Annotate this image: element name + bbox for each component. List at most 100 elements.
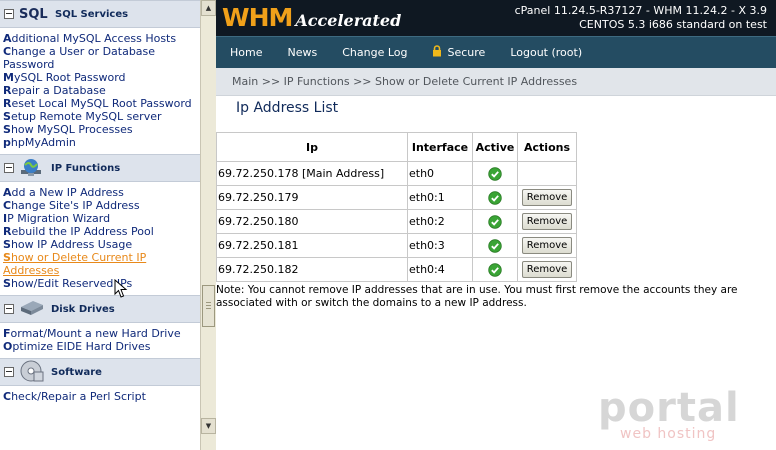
table-row: 69.72.250.182 eth0:4 Remove [216, 257, 577, 282]
active-check-icon [488, 166, 502, 181]
portal-watermark: portal web hosting [598, 388, 740, 442]
table-row: 69.72.250.178 [Main Address] eth0 [216, 161, 577, 186]
nav-changelog[interactable]: Change Log [342, 46, 407, 59]
interface-cell: eth0:1 [407, 185, 473, 210]
section-title: Software [51, 366, 102, 378]
ip-cell: 69.72.250.182 [216, 257, 408, 282]
sidebar-link[interactable]: Check/Repair a Perl Script [3, 390, 198, 403]
svg-text:SQL: SQL [19, 7, 48, 20]
remove-button[interactable]: Remove [521, 189, 573, 206]
section-title: IP Functions [51, 162, 121, 174]
section-header-sql-services[interactable]: SQL SQL Services [0, 0, 200, 28]
sidebar-link[interactable]: Show IP Address Usage [3, 238, 198, 251]
nav-bar: Home News Change Log Secure Logout (root… [216, 36, 776, 68]
sidebar-link[interactable]: Format/Mount a new Hard Drive [3, 327, 198, 340]
collapse-icon[interactable] [4, 9, 14, 19]
version-info: cPanel 11.24.5-R37127 - WHM 11.24.2 - X … [515, 4, 767, 32]
actions-cell: Remove [517, 185, 577, 210]
nav-secure[interactable]: Secure [432, 45, 485, 60]
remove-button[interactable]: Remove [521, 237, 573, 254]
section-header-ip-functions[interactable]: IP Functions [0, 154, 200, 182]
sidebar-link[interactable]: Change a User or Database Password [3, 45, 198, 71]
nav-news[interactable]: News [287, 46, 317, 59]
sidebar-link[interactable]: Show MySQL Processes [3, 123, 198, 136]
ip-cell: 69.72.250.181 [216, 233, 408, 258]
active-cell [472, 185, 518, 210]
sidebar-link[interactable]: Additional MySQL Access Hosts [3, 32, 198, 45]
sidebar-link[interactable]: Repair a Database [3, 84, 198, 97]
active-cell [472, 209, 518, 234]
sidebar-link[interactable]: phpMyAdmin [3, 136, 198, 149]
actions-cell: Remove [517, 257, 577, 282]
actions-cell [517, 161, 577, 186]
breadcrumb: Main >> IP Functions >> Show or Delete C… [216, 68, 776, 96]
actions-cell: Remove [517, 209, 577, 234]
section-title: Disk Drives [51, 303, 115, 315]
sidebar-link[interactable]: Setup Remote MySQL server [3, 110, 198, 123]
active-cell [472, 233, 518, 258]
sidebar-link[interactable]: Rebuild the IP Address Pool [3, 225, 198, 238]
table-row: 69.72.250.180 eth0:2 Remove [216, 209, 577, 234]
software-icon [19, 359, 45, 386]
section-header-disk-drives[interactable]: Disk Drives [0, 295, 200, 323]
sidebar-link[interactable]: Show/Edit Reserved IPs [3, 277, 198, 290]
active-check-icon [488, 190, 502, 205]
disk-drive-icon [19, 299, 45, 320]
section-items-ip: Add a New IP Address Change Site's IP Ad… [0, 182, 200, 295]
watermark-main: portal [598, 385, 740, 431]
logo-sub: Accelerated [295, 11, 402, 30]
sidebar-link[interactable]: IP Migration Wizard [3, 212, 198, 225]
column-header-actions: Actions [517, 132, 577, 162]
sidebar-link-active[interactable]: Show or Delete Current IP Addresses [3, 251, 198, 277]
version-line-2: CENTOS 5.3 i686 standard on test [579, 18, 767, 31]
ip-address-table: Ip Interface Active Actions 69.72.250.17… [216, 132, 577, 282]
ip-functions-icon [19, 156, 45, 181]
version-line-1: cPanel 11.24.5-R37127 - WHM 11.24.2 - X … [514, 4, 767, 17]
active-cell [472, 257, 518, 282]
collapse-icon[interactable] [4, 304, 14, 314]
interface-cell: eth0:2 [407, 209, 473, 234]
scrollbar-thumb[interactable] [202, 285, 215, 327]
mouse-pointer-icon [114, 278, 128, 302]
section-items-software: Check/Repair a Perl Script [0, 386, 200, 408]
collapse-icon[interactable] [4, 367, 14, 377]
remove-button[interactable]: Remove [521, 261, 573, 278]
nav-secure-label: Secure [447, 46, 486, 59]
active-check-icon [488, 238, 502, 253]
scroll-up-icon[interactable]: ▲ [201, 0, 216, 16]
actions-cell: Remove [517, 233, 577, 258]
ip-cell: 69.72.250.179 [216, 185, 408, 210]
top-bar: WHM Accelerated cPanel 11.24.5-R37127 - … [216, 0, 776, 36]
active-check-icon [488, 214, 502, 229]
sidebar-scrollbar[interactable]: ▲ ▼ [200, 0, 216, 450]
remove-button[interactable]: Remove [521, 213, 573, 230]
section-title: SQL Services [55, 8, 129, 20]
ip-cell: 69.72.250.180 [216, 209, 408, 234]
logo-main: WHM [222, 3, 293, 32]
sidebar-link[interactable]: Add a New IP Address [3, 186, 198, 199]
interface-cell: eth0:4 [407, 257, 473, 282]
page-title: Ip Address List [236, 100, 339, 116]
nav-home[interactable]: Home [230, 46, 262, 59]
interface-cell: eth0 [407, 161, 473, 186]
sidebar-link[interactable]: MySQL Root Password [3, 71, 198, 84]
sidebar-link[interactable]: Reset Local MySQL Root Password [3, 97, 198, 110]
collapse-icon[interactable] [4, 163, 14, 173]
scroll-down-icon[interactable]: ▼ [201, 418, 216, 434]
interface-cell: eth0:3 [407, 233, 473, 258]
note-text: Note: You cannot remove IP addresses tha… [216, 284, 738, 309]
sidebar-link[interactable]: Optimize EIDE Hard Drives [3, 340, 198, 353]
nav-logout[interactable]: Logout (root) [510, 46, 582, 59]
table-header-row: Ip Interface Active Actions [216, 132, 577, 162]
table-row: 69.72.250.179 eth0:1 Remove [216, 185, 577, 210]
whm-logo: WHM Accelerated [222, 3, 401, 32]
column-header-ip: Ip [216, 132, 408, 162]
section-header-software[interactable]: Software [0, 358, 200, 386]
active-cell [472, 161, 518, 186]
sidebar-link[interactable]: Change Site's IP Address [3, 199, 198, 212]
section-items-disk: Format/Mount a new Hard Drive Optimize E… [0, 323, 200, 358]
ip-cell: 69.72.250.178 [Main Address] [216, 161, 408, 186]
column-header-active: Active [472, 132, 518, 162]
lock-icon [432, 45, 442, 60]
column-header-interface: Interface [407, 132, 473, 162]
